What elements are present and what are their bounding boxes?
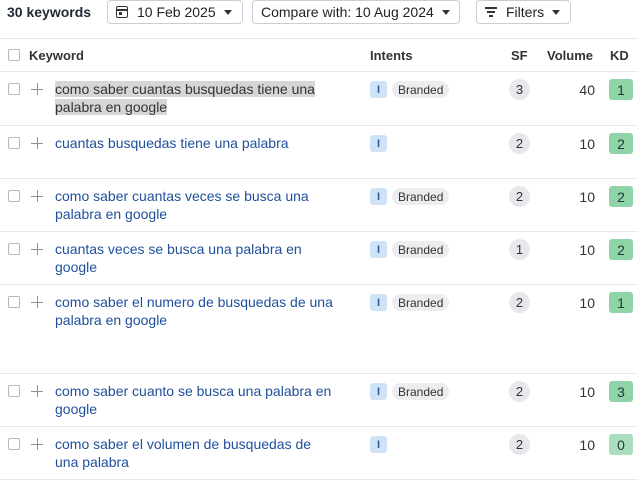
chevron-down-icon: [552, 9, 561, 15]
kd-badge: 3: [609, 381, 633, 402]
serp-features-count[interactable]: 1: [509, 239, 530, 260]
serp-features-count[interactable]: 3: [509, 79, 530, 100]
table-row: cuantas busquedas tiene una palabra I 2 10 2: [0, 126, 638, 179]
serp-features-count[interactable]: 2: [509, 434, 530, 455]
volume-value: 10: [579, 136, 595, 152]
intent-badge: I: [370, 81, 387, 98]
table-row: como saber cuantas veces se busca una pa…: [0, 179, 638, 232]
header-keyword[interactable]: Keyword: [29, 48, 84, 63]
row-checkbox[interactable]: [8, 83, 20, 95]
intent-badge: I: [370, 135, 387, 152]
branded-badge: Branded: [392, 188, 450, 205]
row-checkbox[interactable]: [8, 137, 20, 149]
keyword-link[interactable]: como saber cuantas busquedas tiene una p…: [55, 80, 335, 116]
keyword-text: como saber cuantas veces se busca una pa…: [55, 188, 309, 222]
header-volume[interactable]: Volume: [547, 48, 593, 63]
table-row: como saber el numero de busquedas de una…: [0, 285, 638, 374]
volume-value: 10: [579, 384, 595, 400]
volume-value: 10: [579, 242, 595, 258]
header-kd[interactable]: KD: [610, 48, 629, 63]
add-to-list-icon[interactable]: [31, 83, 43, 95]
header-sf[interactable]: SF: [511, 48, 528, 63]
add-to-list-icon[interactable]: [31, 438, 43, 450]
volume-value: 10: [579, 437, 595, 453]
keyword-link[interactable]: como saber cuanto se busca una palabra e…: [55, 382, 335, 418]
intent-badge: I: [370, 294, 387, 311]
row-checkbox[interactable]: [8, 385, 20, 397]
kd-badge: 2: [609, 133, 633, 154]
kd-badge: 1: [609, 292, 633, 313]
keyword-text: cuantas veces se busca una palabra en go…: [55, 241, 302, 275]
table-row: como saber cuantas busquedas tiene una p…: [0, 72, 638, 126]
chevron-down-icon: [441, 9, 450, 15]
table-row: cuantas veces se busca una palabra en go…: [0, 232, 638, 285]
keyword-link[interactable]: cuantas busquedas tiene una palabra: [55, 134, 335, 152]
chevron-down-icon: [223, 9, 232, 15]
volume-value: 10: [579, 295, 595, 311]
keyword-link[interactable]: como saber el numero de busquedas de una…: [55, 293, 335, 329]
kd-badge: 2: [609, 239, 633, 260]
compare-label: Compare with: 10 Aug 2024: [261, 4, 434, 20]
serp-features-count[interactable]: 2: [509, 133, 530, 154]
keyword-link[interactable]: como saber el volumen de busquedas de un…: [55, 435, 335, 471]
serp-features-count[interactable]: 2: [509, 186, 530, 207]
add-to-list-icon[interactable]: [31, 137, 43, 149]
table-row: como saber cuanto se busca una palabra e…: [0, 374, 638, 427]
intent-badge: I: [370, 436, 387, 453]
keyword-text: cuantas busquedas tiene una palabra: [55, 135, 289, 151]
table-header: Keyword Intents SF Volume KD: [0, 38, 638, 72]
keyword-count: 30 keywords: [7, 4, 92, 20]
row-checkbox[interactable]: [8, 243, 20, 255]
calendar-icon: [116, 6, 128, 18]
date-picker-button[interactable]: 10 Feb 2025: [107, 0, 243, 24]
volume-value: 40: [579, 82, 595, 98]
kd-badge: 0: [609, 434, 633, 455]
filter-icon: [485, 7, 497, 17]
filters-label: Filters: [506, 4, 545, 20]
date-label: 10 Feb 2025: [137, 4, 216, 20]
kd-badge: 1: [609, 79, 633, 100]
keyword-text: como saber cuanto se busca una palabra e…: [55, 383, 332, 417]
keyword-text: como saber el volumen de busquedas de un…: [55, 436, 312, 470]
volume-value: 10: [579, 189, 595, 205]
keyword-link[interactable]: cuantas veces se busca una palabra en go…: [55, 240, 335, 276]
kd-badge: 2: [609, 186, 633, 207]
add-to-list-icon[interactable]: [31, 385, 43, 397]
serp-features-count[interactable]: 2: [509, 292, 530, 313]
intent-badge: I: [370, 383, 387, 400]
serp-features-count[interactable]: 2: [509, 381, 530, 402]
row-checkbox[interactable]: [8, 190, 20, 202]
intent-badge: I: [370, 241, 387, 258]
header-intents[interactable]: Intents: [370, 48, 413, 63]
table-row: como saber el volumen de busquedas de un…: [0, 427, 638, 480]
select-all-checkbox[interactable]: [8, 49, 20, 61]
toolbar: 30 keywords 10 Feb 2025 Compare with: 10…: [0, 0, 638, 38]
keyword-text: como saber cuantas busquedas tiene una p…: [55, 81, 315, 115]
add-to-list-icon[interactable]: [31, 296, 43, 308]
keyword-text: como saber el numero de busquedas de una…: [55, 294, 333, 328]
add-to-list-icon[interactable]: [31, 190, 43, 202]
branded-badge: Branded: [392, 294, 450, 311]
branded-badge: Branded: [392, 81, 450, 98]
add-to-list-icon[interactable]: [31, 243, 43, 255]
compare-date-button[interactable]: Compare with: 10 Aug 2024: [252, 0, 460, 24]
row-checkbox[interactable]: [8, 438, 20, 450]
row-checkbox[interactable]: [8, 296, 20, 308]
filters-button[interactable]: Filters: [476, 0, 571, 24]
branded-badge: Branded: [392, 241, 450, 258]
keyword-link[interactable]: como saber cuantas veces se busca una pa…: [55, 187, 335, 223]
branded-badge: Branded: [392, 383, 450, 400]
intent-badge: I: [370, 188, 387, 205]
